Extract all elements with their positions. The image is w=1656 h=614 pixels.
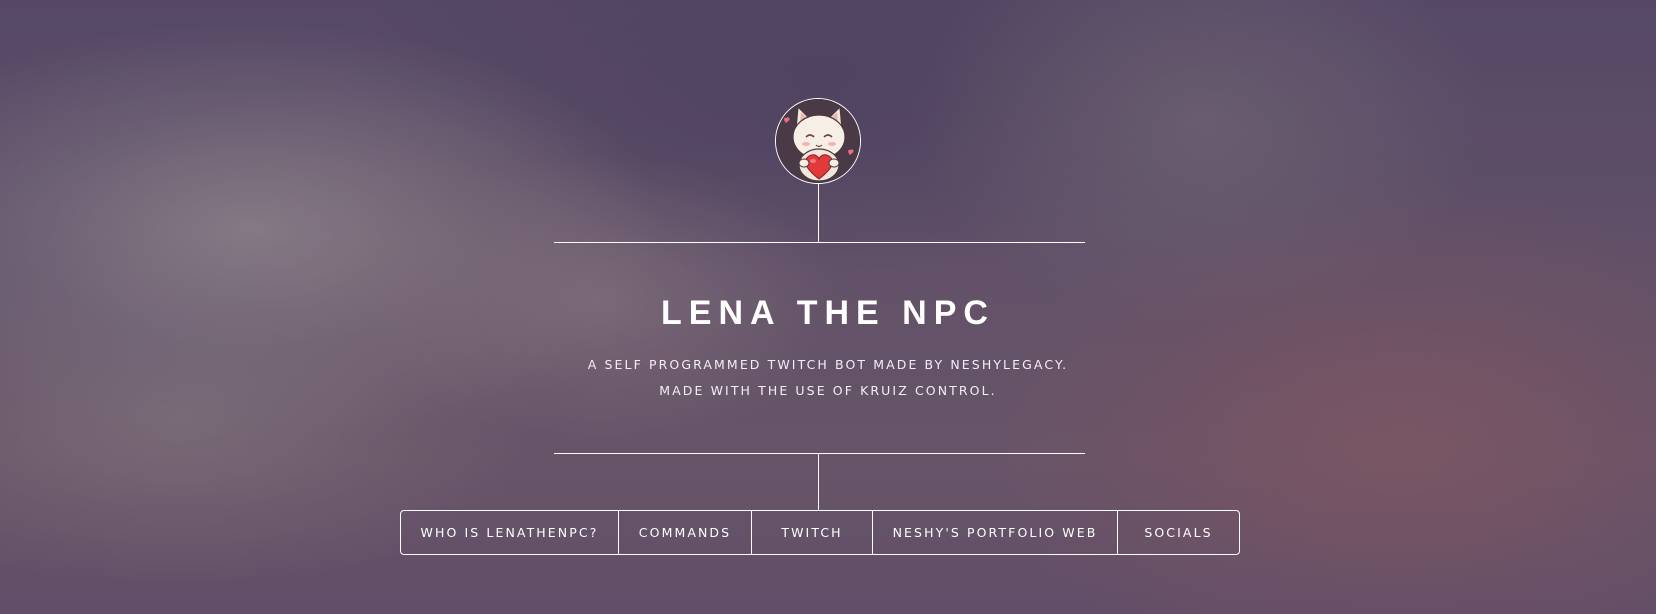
avatar	[775, 98, 861, 184]
chibi-cat-avatar-icon	[776, 99, 860, 183]
subtitle-line-1: A SELF PROGRAMMED TWITCH BOT MADE BY NES…	[587, 357, 1069, 372]
bottom-divider-line	[554, 453, 1085, 454]
nav-item-twitch[interactable]: TWITCH	[752, 511, 873, 554]
main-nav: WHO IS LENATHENPC? COMMANDS TWITCH NESHY…	[400, 510, 1240, 555]
nav-item-commands[interactable]: COMMANDS	[619, 511, 752, 554]
nav-item-socials[interactable]: SOCIALS	[1118, 511, 1239, 554]
subtitle-line-2: MADE WITH THE USE OF KRUIZ CONTROL.	[659, 383, 997, 398]
nav-item-neshys-portfolio-web[interactable]: NESHY'S PORTFOLIO WEB	[873, 511, 1118, 554]
page-title: LENA THE NPC	[661, 294, 995, 332]
top-divider-line	[554, 242, 1085, 243]
avatar-connector-line	[818, 184, 819, 242]
nav-item-who-is-lenathenpc[interactable]: WHO IS LENATHENPC?	[401, 511, 619, 554]
page-content: LENA THE NPC A SELF PROGRAMMED TWITCH BO…	[0, 0, 1656, 614]
nav-connector-line	[818, 453, 819, 511]
